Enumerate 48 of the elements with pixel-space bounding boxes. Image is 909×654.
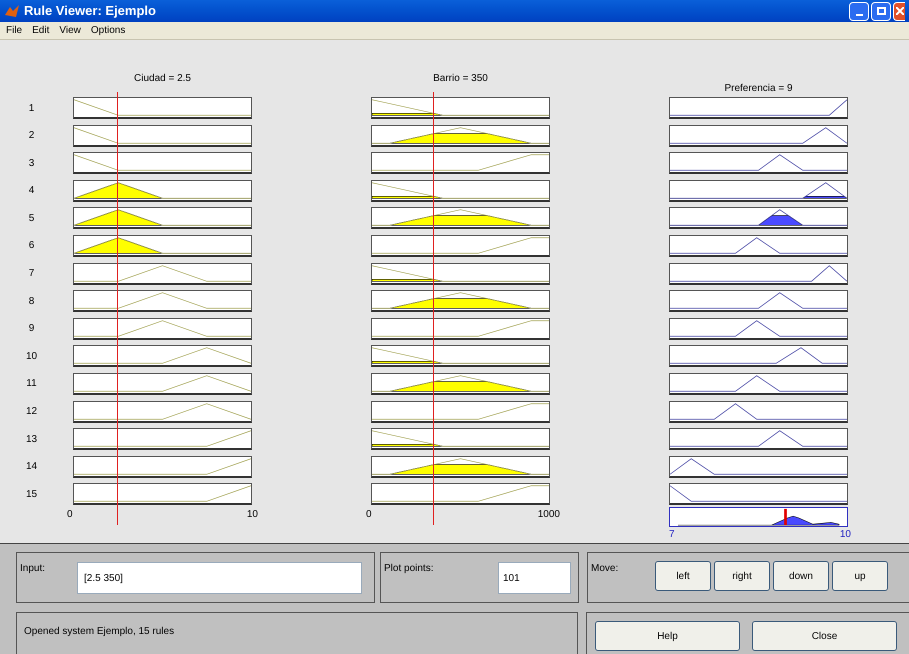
restore-button[interactable] xyxy=(871,2,891,20)
rule-number: 7 xyxy=(28,267,34,282)
minimize-button[interactable] xyxy=(849,2,869,20)
move-button[interactable]: left xyxy=(655,561,711,591)
move-button[interactable]: down xyxy=(773,561,829,591)
dialog-button[interactable]: Close xyxy=(752,621,897,651)
rule-number: 1 xyxy=(28,102,34,116)
axis-label: 10 xyxy=(246,508,258,522)
move-label: Move: xyxy=(591,562,620,576)
plot-points-field[interactable]: 101 xyxy=(498,562,571,594)
move-button[interactable]: up xyxy=(832,561,888,591)
rule-number: 3 xyxy=(28,156,34,171)
variable-title: Preferencia = 9 xyxy=(724,82,793,96)
rule-number: 6 xyxy=(28,239,34,254)
axis-label: 0 xyxy=(366,508,372,522)
menu-item[interactable]: View xyxy=(59,23,81,38)
rule-number: 10 xyxy=(26,350,38,364)
axis-label: 7 xyxy=(669,528,675,542)
window-title: Rule Viewer: Ejemplo xyxy=(24,2,156,20)
rule-number: 4 xyxy=(28,184,34,198)
rule-number: 12 xyxy=(26,405,38,420)
menu-item[interactable]: File xyxy=(6,23,22,38)
axis-label: 1000 xyxy=(538,508,560,522)
input-label: Input: xyxy=(20,562,46,576)
status-text: Opened system Ejemplo, 15 rules xyxy=(24,626,174,637)
rule-number: 13 xyxy=(26,432,38,447)
menu-item[interactable]: Edit xyxy=(32,23,50,38)
rule-number: 8 xyxy=(28,294,34,309)
axis-label: 0 xyxy=(67,508,73,522)
close-icon xyxy=(896,7,904,15)
rule-number: 9 xyxy=(28,322,34,336)
variable-title: Barrio = 350 xyxy=(433,72,488,86)
rule-number: 14 xyxy=(26,460,38,474)
minimize-icon xyxy=(856,14,862,16)
plot-points-label: Plot points: xyxy=(384,562,434,576)
variable-title: Ciudad = 2.5 xyxy=(134,72,191,86)
axis-label: 10 xyxy=(840,528,851,542)
rule-number: 2 xyxy=(28,129,34,144)
rule-number: 15 xyxy=(26,488,38,502)
menu-item[interactable]: Options xyxy=(90,23,126,38)
move-button[interactable]: right xyxy=(714,561,770,591)
restore-icon xyxy=(876,7,886,15)
rule-number: 11 xyxy=(26,377,37,392)
close-button[interactable] xyxy=(893,2,905,20)
rule-number: 5 xyxy=(28,212,34,226)
input-field[interactable]: [2.5 350] xyxy=(77,562,362,594)
dialog-button[interactable]: Help xyxy=(595,621,740,651)
app-icon xyxy=(4,3,20,19)
